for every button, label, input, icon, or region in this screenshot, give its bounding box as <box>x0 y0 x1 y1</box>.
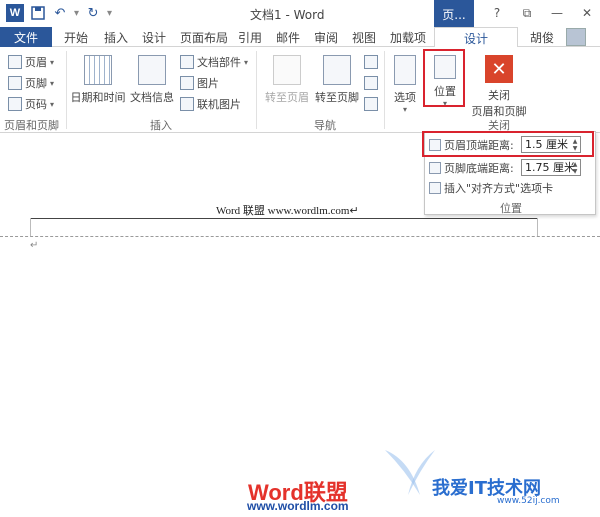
title-bar: W ↶ ▾ ↻ ▾ 文档1 - Word 页... ? ⧉ — ✕ <box>0 0 600 28</box>
link-to-previous-button[interactable] <box>364 95 378 113</box>
header-button[interactable]: 页眉 ▾ <box>8 53 54 71</box>
options-icon <box>394 55 416 85</box>
tab-header-footer-design[interactable]: 设计 <box>434 27 518 48</box>
undo-icon[interactable]: ↶ <box>52 5 68 21</box>
tab-view[interactable]: 视图 <box>352 29 376 46</box>
paragraph-mark: ↵ <box>30 240 39 251</box>
calendar-icon <box>84 55 112 85</box>
footer-distance-label: 页脚底端距离: <box>444 162 514 175</box>
doc-info-button[interactable]: 文档信息 <box>128 55 176 105</box>
spinner-arrows-icon[interactable]: ▲ ▼ <box>570 160 580 175</box>
tab-design[interactable]: 设计 <box>142 29 166 46</box>
tab-file[interactable]: 文件 <box>0 27 52 47</box>
context-tab-group-header: 页... <box>434 0 474 28</box>
redo-icon[interactable]: ↻ <box>85 5 101 21</box>
user-name[interactable]: 胡俊 <box>530 29 554 46</box>
quick-parts-button[interactable]: 文档部件 ▾ <box>180 53 248 71</box>
close-icon: ✕ <box>485 55 513 83</box>
document-info-icon <box>138 55 166 85</box>
alignment-tab-icon <box>429 182 441 194</box>
minimize-button[interactable]: — <box>548 4 566 22</box>
next-icon <box>364 76 378 90</box>
tab-mailings[interactable]: 邮件 <box>276 29 300 46</box>
goto-footer-button[interactable]: 转至页脚 <box>312 55 362 105</box>
window-controls: ? ⧉ — ✕ <box>488 4 596 22</box>
document-title: 文档1 - Word <box>250 8 325 22</box>
page-number-icon <box>8 97 22 111</box>
picture-icon <box>180 76 194 90</box>
header-area-frame <box>30 218 538 236</box>
header-separator-dashed <box>0 236 600 237</box>
52ij-url: www.52ij.com <box>497 496 560 506</box>
chevron-down-icon: ▾ <box>50 57 55 67</box>
group-label-header-footer: 页眉和页脚 <box>4 119 59 132</box>
ribbon: 页眉 ▾ 页脚 ▾ 页码 ▾ 页眉和页脚 日期和时间 文档信息 文档部件 ▾ 图… <box>0 47 600 133</box>
date-time-button[interactable]: 日期和时间 <box>70 55 126 105</box>
group-divider <box>256 51 257 129</box>
group-label-position: 位置 <box>500 202 522 215</box>
link-icon <box>364 97 378 111</box>
tab-insert[interactable]: 插入 <box>104 29 128 46</box>
help-button[interactable]: ? <box>488 4 506 22</box>
avatar[interactable] <box>566 28 586 46</box>
footer-distance-input[interactable]: 1.75 厘米 ▲ ▼ <box>521 159 581 176</box>
quick-access-toolbar: W ↶ ▾ ↻ ▾ <box>6 4 112 22</box>
chevron-down-icon: ▾ <box>402 105 407 114</box>
online-picture-icon <box>180 97 194 111</box>
group-label-navigation: 导航 <box>314 119 336 132</box>
pictures-button[interactable]: 图片 <box>180 74 219 92</box>
tab-references[interactable]: 引用 <box>238 29 262 46</box>
word-logo-icon[interactable]: W <box>6 4 24 22</box>
chevron-down-icon: ▾ <box>50 99 55 109</box>
previous-icon <box>364 55 378 69</box>
insert-alignment-tab-button[interactable]: 插入"对齐方式"选项卡 <box>429 180 553 196</box>
group-divider <box>384 51 385 129</box>
position-highlight-box <box>423 49 465 107</box>
header-content[interactable]: Word 联盟 www.wordlm.com↵ <box>216 202 359 218</box>
tab-review[interactable]: 审阅 <box>314 29 338 46</box>
footer-button[interactable]: 页脚 ▾ <box>8 74 54 92</box>
wordlm-url: www.wordlm.com <box>247 499 349 513</box>
ribbon-tab-row: 文件 开始 插入 设计 页面布局 引用 邮件 审阅 视图 加载项 设计 胡俊 <box>0 27 600 48</box>
wing-logo-icon <box>385 450 435 495</box>
tab-page-layout[interactable]: 页面布局 <box>180 29 228 46</box>
options-button[interactable]: 选项 ▾ <box>390 55 420 114</box>
undo-dropdown-icon[interactable]: ▾ <box>74 8 79 19</box>
online-pictures-button[interactable]: 联机图片 <box>180 95 241 113</box>
tab-addins[interactable]: 加载项 <box>390 29 426 46</box>
quick-parts-icon <box>180 55 194 69</box>
footer-distance-icon <box>429 162 441 174</box>
chevron-down-icon: ▾ <box>50 78 55 88</box>
header-distance-highlight-box <box>422 131 594 157</box>
group-divider <box>66 51 67 129</box>
footer-distance-row: 页脚底端距离: <box>429 160 514 176</box>
previous-section-button[interactable] <box>364 53 378 71</box>
chevron-down-icon: ▾ <box>244 57 249 67</box>
footer-icon <box>8 76 22 90</box>
goto-header-button[interactable]: 转至页眉 <box>262 55 312 105</box>
ribbon-display-button[interactable]: ⧉ <box>518 4 536 22</box>
page-number-button[interactable]: 页码 ▾ <box>8 95 54 113</box>
goto-header-icon <box>273 55 301 85</box>
close-window-button[interactable]: ✕ <box>578 4 596 22</box>
customize-qat-icon[interactable]: ▾ <box>107 8 112 19</box>
goto-footer-icon <box>323 55 351 85</box>
group-label-insert: 插入 <box>150 119 172 132</box>
header-icon <box>8 55 22 69</box>
tab-home[interactable]: 开始 <box>64 29 88 46</box>
close-header-footer-button[interactable]: ✕ 关闭 页眉和页脚 <box>468 55 530 119</box>
next-section-button[interactable] <box>364 74 378 92</box>
save-icon[interactable] <box>30 5 46 21</box>
